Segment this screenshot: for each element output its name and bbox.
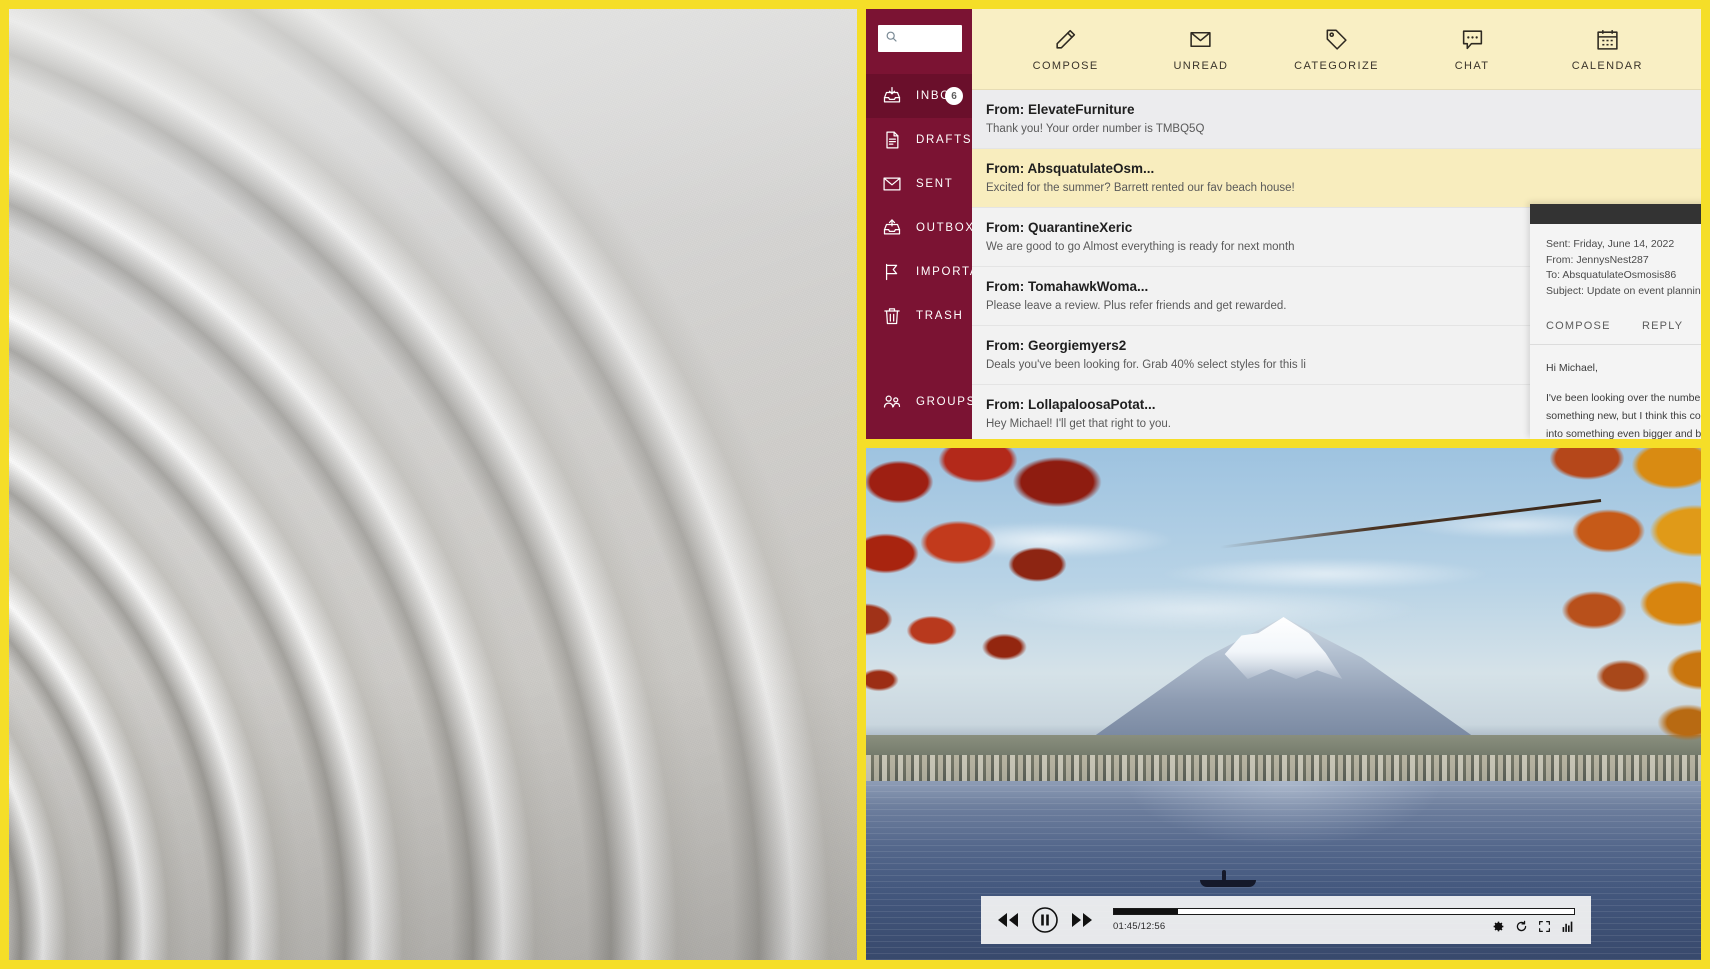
detail-compose-button[interactable]: COMPOSE [1546,310,1642,344]
detail-titlebar [1530,204,1701,224]
sidebar-item-label: DRAFTS [916,134,973,146]
message-detail-panel: Sent: Friday, June 14, 2022 From: Jennys… [1530,204,1701,439]
message-sender: From: AbsquatulateOsm... [986,161,1155,176]
equalizer-icon[interactable] [1561,920,1575,933]
toolbar-categorize-button[interactable]: CATEGORIZE [1294,27,1379,72]
sidebar-item-inbox[interactable]: INBOX 6 [866,74,972,118]
search-icon [885,30,898,48]
sidebar-item-label: TRASH [916,310,964,322]
sidebar-item-label: GROUPS [916,396,977,408]
detail-body: Hi Michael, I've been looking over the n… [1530,345,1701,439]
toolbar-item-label: CALENDAR [1571,59,1643,72]
sand-vignette [9,9,857,960]
sidebar-item-important[interactable]: IMPORTANT [866,250,996,294]
toolbar-compose-button[interactable]: COMPOSE [1024,27,1108,72]
mail-application: INBOX 6 DRAFTS SENT OUTBOX IMPORTANT TRA… [866,9,1701,439]
search-box[interactable] [878,25,962,52]
red-maple-foliage [866,448,1176,713]
detail-body-line: into something even bigger and better th… [1546,428,1701,439]
pause-button[interactable] [1031,906,1059,934]
progress-bar[interactable] [1113,907,1575,915]
mail-sidebar: INBOX 6 DRAFTS SENT OUTBOX IMPORTANT TRA… [866,9,996,439]
video-player-controls: 01:45/12:56 [981,896,1591,944]
sidebar-item-trash[interactable]: TRASH [866,294,972,338]
message-preview: Thank you! Your order number is TMBQ5Q [986,123,1205,135]
table-row[interactable]: From: AbsquatulateOsm... Excited for the… [972,149,1701,208]
fishing-boat [1200,869,1256,887]
sidebar-item-outbox[interactable]: OUTBOX [866,206,975,250]
calendar-icon [1595,27,1620,52]
outbox-tray-icon [882,218,902,238]
envelope-icon [1188,27,1213,52]
toolbar-unread-button[interactable]: UNREAD [1159,27,1243,72]
detail-body-line: I've been looking over the numbers and I… [1546,392,1701,404]
toolbar-calendar-button[interactable]: CALENDAR [1565,27,1649,72]
sidebar-item-label: SENT [916,178,954,190]
people-icon [882,392,902,412]
fast-forward-button[interactable] [1071,912,1093,928]
zen-sand-photo [9,9,857,960]
orange-maple-foliage [1371,448,1701,762]
boat-hull [1200,879,1256,887]
table-row[interactable]: From: ElevateFurniture Thank you! Your o… [972,90,1701,149]
detail-sent: Sent: Friday, June 14, 2022 [1546,238,1675,250]
gear-icon[interactable] [1492,920,1505,933]
inbox-badge: 6 [945,87,963,105]
envelope-icon [882,174,902,194]
time-display: 01:45/12:56 [1113,920,1166,932]
search-input[interactable] [902,32,955,45]
document-icon [882,130,902,150]
tag-icon [1324,27,1349,52]
inbox-tray-icon [882,86,902,106]
toolbar-item-label: COMPOSE [1032,59,1099,72]
pencil-icon [1053,27,1078,52]
trash-icon [882,306,902,326]
toolbar-item-label: CHAT [1454,59,1490,72]
app-frame: INBOX 6 DRAFTS SENT OUTBOX IMPORTANT TRA… [0,0,1710,969]
sidebar-item-drafts[interactable]: DRAFTS [866,118,972,162]
detail-body-line: something new, but I think this could ac… [1546,410,1701,422]
mount-fuji-video[interactable]: 01:45/12:56 [866,448,1701,960]
player-progress-area: 01:45/12:56 [1107,907,1575,933]
toolbar-chat-button[interactable]: CHAT [1430,27,1514,72]
mail-toolbar: COMPOSE UNREAD CATEGORIZE CHAT CALENDAR [972,9,1701,90]
rewind-button[interactable] [997,912,1019,928]
flag-icon [882,262,902,282]
detail-greeting: Hi Michael, [1546,362,1598,374]
detail-action-bar: COMPOSE REPLY REPLY ALL FORWARD [1530,310,1701,345]
detail-header: Sent: Friday, June 14, 2022 From: Jennys… [1530,224,1701,310]
sidebar-item-label: OUTBOX [916,222,975,234]
sidebar-item-sent[interactable]: SENT [866,162,972,206]
detail-from: From: JennysNest287 [1546,253,1649,266]
toolbar-item-label: UNREAD [1173,59,1229,72]
detail-reply-button[interactable]: REPLY [1642,310,1701,344]
message-sender: From: ElevateFurniture [986,102,1135,117]
player-bottom-row: 01:45/12:56 [1113,920,1575,933]
fullscreen-icon[interactable] [1538,920,1551,933]
refresh-icon[interactable] [1515,920,1528,933]
toolbar-item-label: CATEGORIZE [1294,59,1379,72]
sidebar-item-groups[interactable]: GROUPS [866,380,974,424]
boat-person [1222,869,1226,881]
search-container [866,9,972,52]
sidebar-nav: INBOX 6 DRAFTS SENT OUTBOX IMPORTANT TRA… [866,74,996,424]
progress-fill [1114,908,1179,914]
chat-bubble-icon [1460,27,1485,52]
player-option-icons [1492,920,1575,933]
detail-subject: Subject: Update on event planning [1546,284,1701,297]
detail-to: To: AbsquatulateOsmosis86 [1546,269,1677,281]
message-preview: Excited for the summer? Barrett rented o… [986,182,1295,194]
playback-buttons [997,906,1093,934]
